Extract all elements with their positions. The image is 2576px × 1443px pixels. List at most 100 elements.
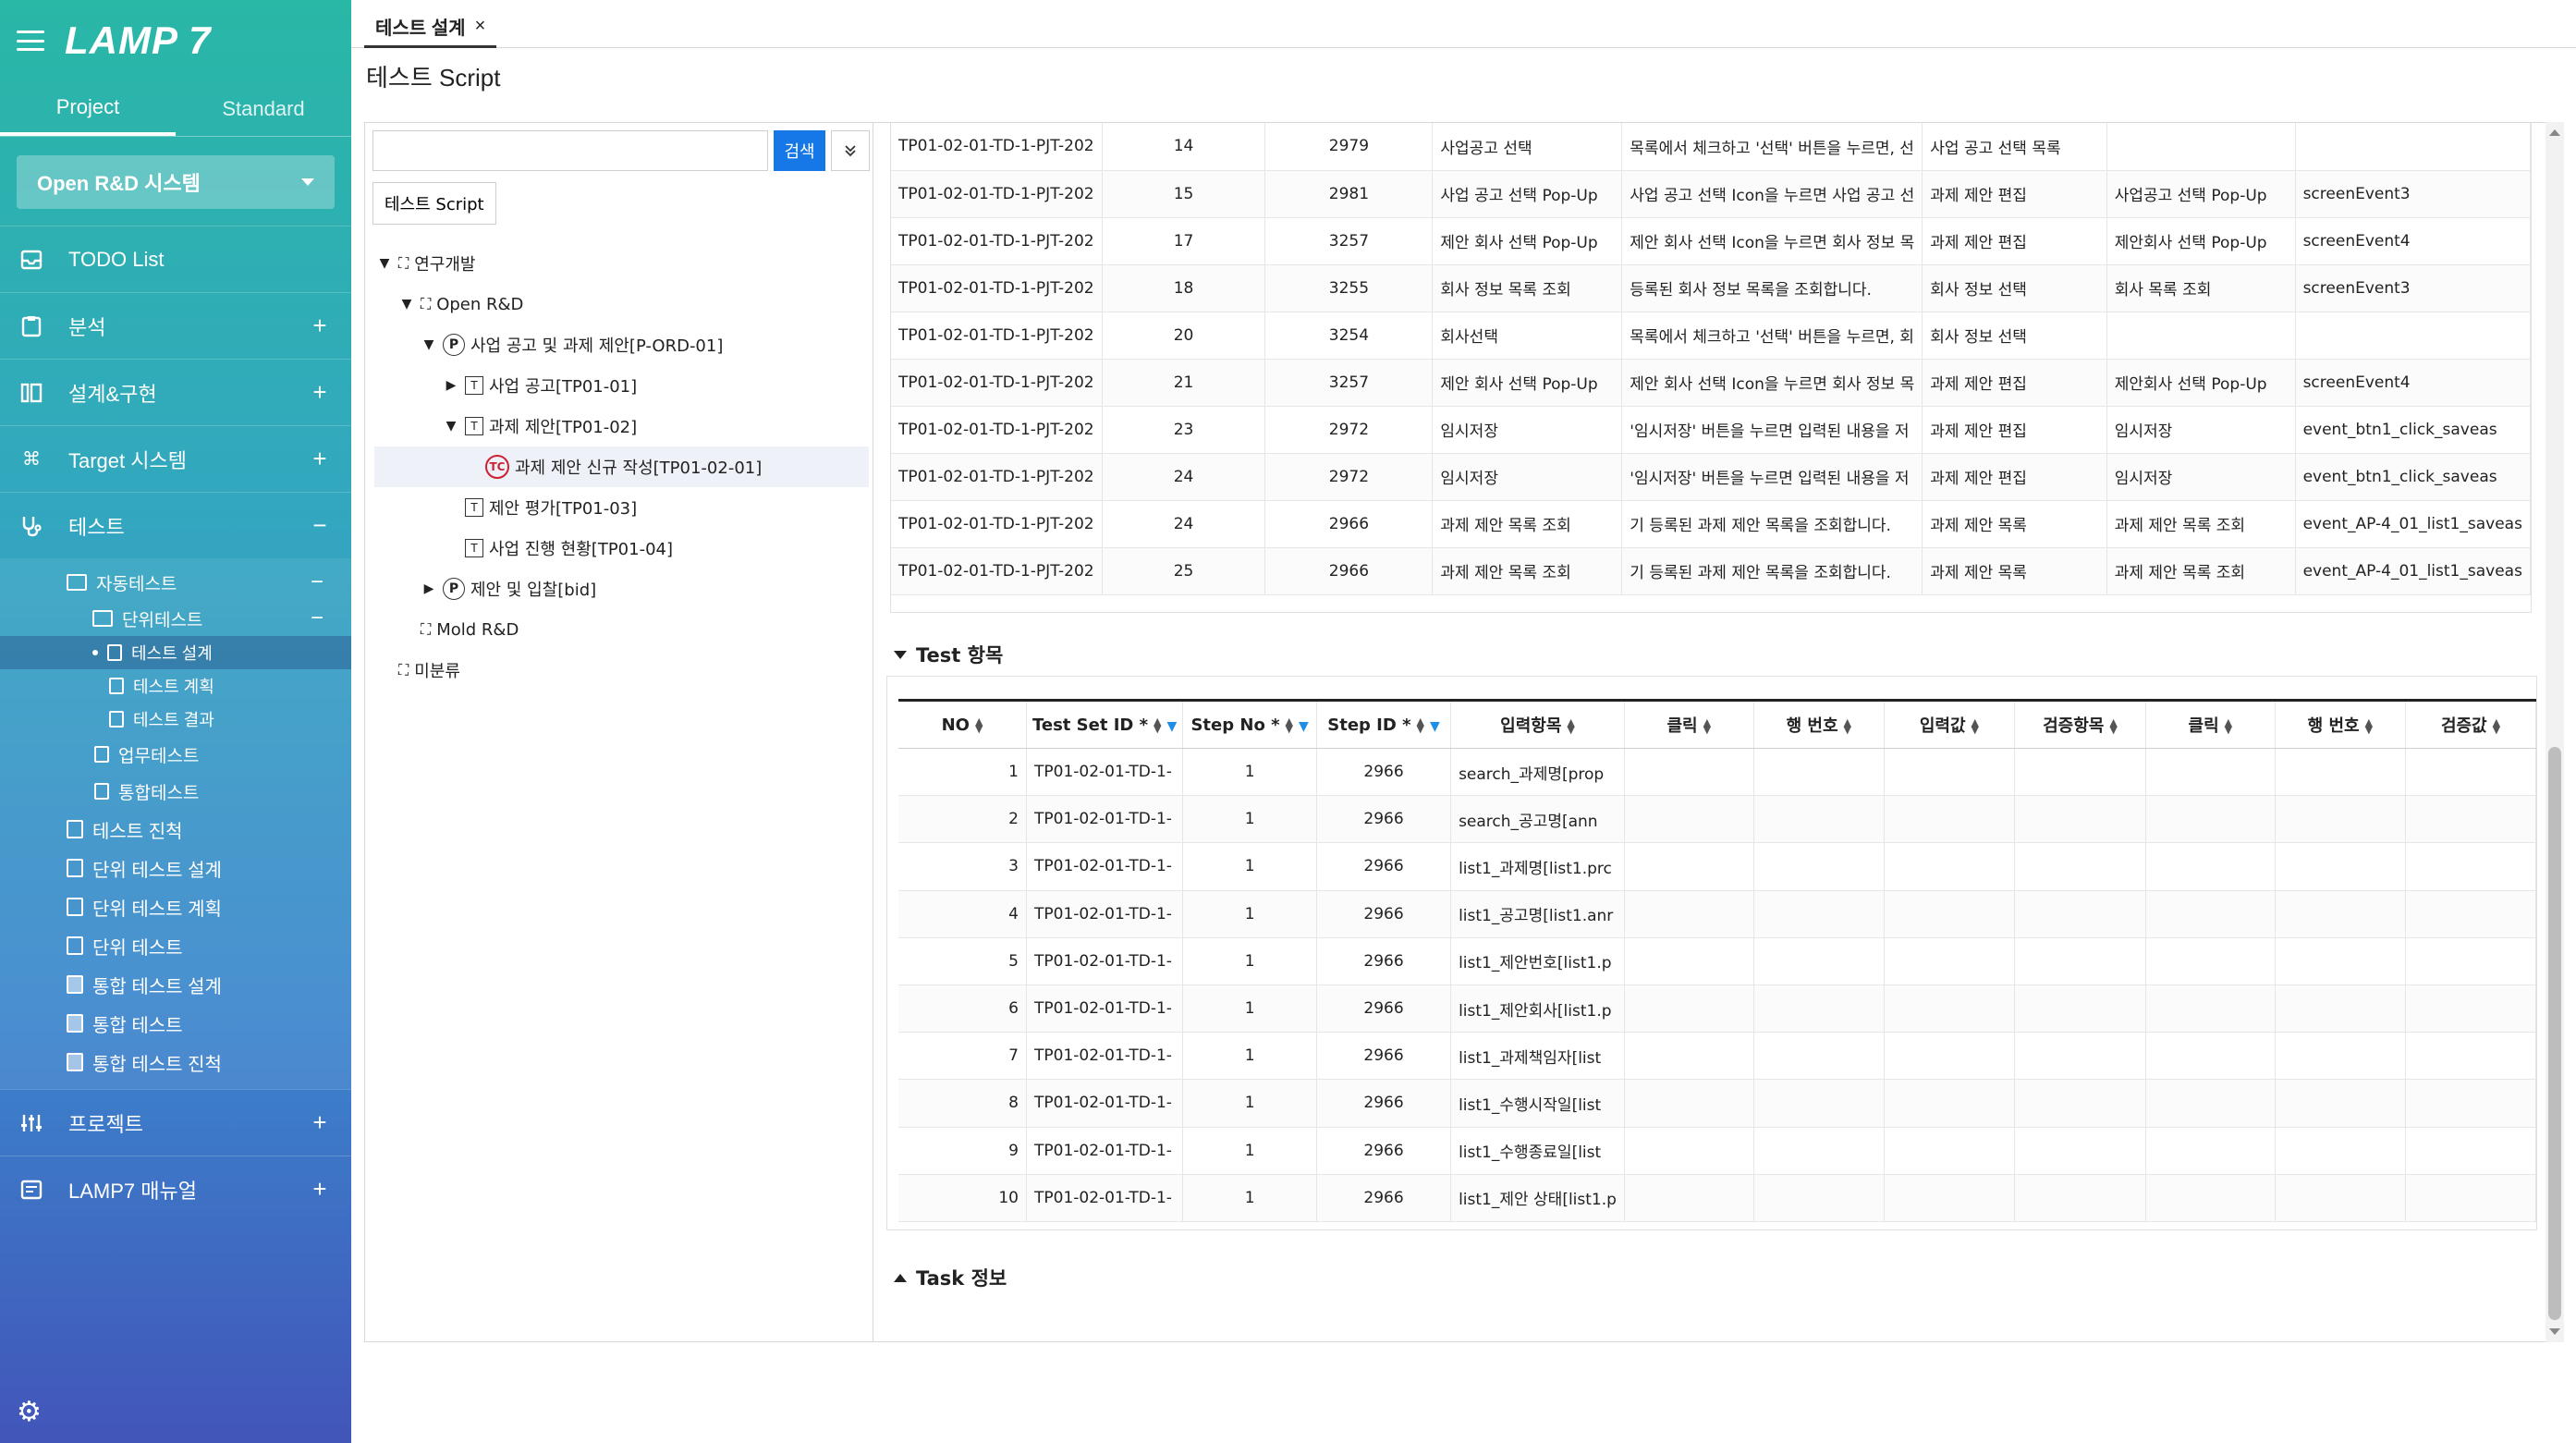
table-cell[interactable] bbox=[2405, 984, 2536, 1033]
tree-node-tp01-03[interactable]: T 제안 평가[TP01-03] bbox=[374, 487, 869, 528]
table-cell[interactable] bbox=[2014, 1127, 2147, 1175]
sort-icon[interactable]: ▲ ▼ bbox=[1567, 717, 1574, 735]
table-row[interactable]: 8 TP01-02-01-TD-1- 1 2966 list1_수행시작일[list bbox=[898, 1079, 2536, 1128]
tree-node-p-ord-01[interactable]: ▼ P 사업 공고 및 과제 제안[P-ORD-01] bbox=[374, 324, 869, 365]
menu-item-test[interactable]: 테스트 − bbox=[0, 492, 351, 558]
table-row[interactable]: TP01-02-01-TD-1-PJT-202 14 2979 사업공고 선택 목록에서… bbox=[891, 123, 2531, 171]
table-cell[interactable] bbox=[1884, 984, 2015, 1033]
column-header[interactable]: 검증값 ▲ ▼ bbox=[2405, 699, 2536, 749]
plus-icon[interactable]: + bbox=[309, 378, 331, 407]
table-cell[interactable] bbox=[1753, 890, 1885, 938]
table-cell[interactable] bbox=[1624, 795, 1754, 844]
sidebar-item-unit-test-design[interactable]: 단위 테스트 설계 bbox=[0, 849, 351, 887]
sidebar-item-business-test[interactable]: 업무테스트 bbox=[0, 736, 351, 773]
table-cell[interactable] bbox=[2014, 1079, 2147, 1128]
scroll-down-icon[interactable] bbox=[2549, 1328, 2560, 1335]
caret-down-icon[interactable]: ▼ bbox=[397, 297, 417, 312]
table-cell[interactable] bbox=[2014, 1032, 2147, 1081]
table-row[interactable]: TP01-02-01-TD-1-PJT-202 24 2972 임시저장 '임시저장' … bbox=[891, 453, 2531, 501]
table-cell[interactable] bbox=[1624, 890, 1754, 938]
plus-icon[interactable]: + bbox=[309, 312, 331, 340]
sort-icon[interactable]: ▲ ▼ bbox=[975, 716, 983, 734]
tree-node-bid[interactable]: ▶ P 제안 및 입찰[bid] bbox=[374, 569, 869, 609]
table-cell[interactable] bbox=[2145, 890, 2276, 938]
column-header[interactable]: NO ▲ ▼ bbox=[898, 699, 1027, 749]
column-header[interactable]: 클릭 ▲ ▼ bbox=[2145, 699, 2276, 749]
table-cell[interactable] bbox=[1753, 1127, 1885, 1175]
table-cell[interactable] bbox=[2275, 748, 2407, 797]
table-row[interactable]: 6 TP01-02-01-TD-1- 1 2966 list1_제안회사[list1.p bbox=[898, 984, 2536, 1033]
sort-icon[interactable]: ▲ ▼ bbox=[1703, 717, 1711, 735]
table-cell[interactable] bbox=[2275, 1032, 2407, 1081]
table-cell[interactable] bbox=[1884, 795, 2015, 844]
table-cell[interactable] bbox=[1753, 842, 1885, 891]
tree-node-root[interactable]: ▼ ⛶ 연구개발 bbox=[374, 243, 869, 284]
search-button[interactable]: 검색 bbox=[774, 130, 825, 171]
table-row[interactable]: 10 TP01-02-01-TD-1- 1 2966 list1_제안 상태[list1… bbox=[898, 1174, 2536, 1222]
sidebar-item-integration-test[interactable]: 통합테스트 bbox=[0, 773, 351, 810]
table-cell[interactable] bbox=[2014, 890, 2147, 938]
task-info-header[interactable]: Task 정보 bbox=[894, 1264, 1007, 1291]
column-header[interactable]: 행 번호 ▲ ▼ bbox=[2275, 699, 2407, 749]
table-cell[interactable] bbox=[2145, 1127, 2276, 1175]
tab-standard[interactable]: Standard bbox=[176, 81, 351, 136]
table-cell[interactable] bbox=[1753, 748, 1885, 797]
tree-node-uncategorized[interactable]: ⛶ 미분류 bbox=[374, 650, 869, 691]
table-row[interactable]: 2 TP01-02-01-TD-1- 1 2966 search_공고명[ann bbox=[898, 795, 2536, 844]
table-cell[interactable] bbox=[2405, 842, 2536, 891]
caret-right-icon[interactable]: ▶ bbox=[419, 581, 439, 596]
table-cell[interactable] bbox=[1624, 1174, 1754, 1222]
table-cell[interactable]: search_과제명[prop bbox=[1450, 748, 1625, 797]
table-cell[interactable] bbox=[2405, 1032, 2536, 1081]
test-script-button[interactable]: 테스트 Script bbox=[372, 182, 496, 225]
table-row[interactable]: 7 TP01-02-01-TD-1- 1 2966 list1_과제책임자[list bbox=[898, 1032, 2536, 1081]
sort-icon[interactable]: ▲ ▼ bbox=[1286, 716, 1293, 734]
hamburger-icon[interactable] bbox=[17, 31, 44, 51]
table-row[interactable]: TP01-02-01-TD-1-PJT-202 15 2981 사업 공고 선택 Po… bbox=[891, 170, 2531, 218]
menu-item-manual[interactable]: LAMP7 매뉴얼 + bbox=[0, 1156, 351, 1222]
table-cell[interactable] bbox=[2145, 1032, 2276, 1081]
table-row[interactable]: 1 TP01-02-01-TD-1- 1 2966 search_과제명[prop bbox=[898, 748, 2536, 797]
table-cell[interactable]: list1_과제명[list1.prc bbox=[1450, 842, 1625, 891]
sort-icon[interactable]: ▲ ▼ bbox=[2225, 717, 2232, 735]
caret-down-icon[interactable]: ▼ bbox=[374, 256, 395, 271]
plus-icon[interactable]: + bbox=[309, 1175, 331, 1204]
filter-icon[interactable]: ▼ bbox=[1430, 719, 1440, 734]
table-cell[interactable] bbox=[2405, 795, 2536, 844]
table-cell[interactable] bbox=[1753, 1032, 1885, 1081]
table-cell[interactable] bbox=[2405, 937, 2536, 985]
double-chevron-down-icon[interactable] bbox=[831, 130, 870, 171]
tree-search-input[interactable] bbox=[372, 130, 768, 171]
table-cell[interactable] bbox=[2145, 984, 2276, 1033]
table-cell[interactable] bbox=[2014, 748, 2147, 797]
table-row[interactable]: TP01-02-01-TD-1-PJT-202 18 3255 회사 정보 목록 조회… bbox=[891, 264, 2531, 312]
table-row[interactable]: 5 TP01-02-01-TD-1- 1 2966 list1_제안번호[list1.p bbox=[898, 937, 2536, 985]
table-cell[interactable] bbox=[2275, 1174, 2407, 1222]
menu-item-design[interactable]: 설계&구현 + bbox=[0, 359, 351, 425]
table-cell[interactable]: list1_수행종료일[list bbox=[1450, 1127, 1625, 1175]
tree-node-mold[interactable]: ⛶ Mold R&D bbox=[374, 609, 869, 650]
table-cell[interactable] bbox=[2275, 937, 2407, 985]
scroll-thumb[interactable] bbox=[2548, 747, 2561, 1320]
tree-node-tp01-02-01[interactable]: TC 과제 제안 신규 작성[TP01-02-01] bbox=[374, 446, 869, 487]
table-cell[interactable] bbox=[1884, 748, 2015, 797]
plus-icon[interactable]: + bbox=[309, 445, 331, 473]
filter-icon[interactable]: ▼ bbox=[1167, 719, 1178, 734]
caret-down-icon[interactable]: ▼ bbox=[419, 337, 439, 352]
table-cell[interactable] bbox=[1624, 984, 1754, 1033]
table-cell[interactable] bbox=[2145, 1079, 2276, 1128]
table-cell[interactable]: search_공고명[ann bbox=[1450, 795, 1625, 844]
minus-icon[interactable]: − bbox=[309, 511, 331, 540]
table-cell[interactable] bbox=[2275, 984, 2407, 1033]
vertical-scrollbar[interactable] bbox=[2545, 122, 2564, 1342]
sort-icon[interactable]: ▲ ▼ bbox=[1417, 716, 1424, 734]
table-cell[interactable]: list1_수행시작일[list bbox=[1450, 1079, 1625, 1128]
table-cell[interactable] bbox=[1624, 748, 1754, 797]
sidebar-item-int-test-run[interactable]: 통합 테스트 bbox=[0, 1004, 351, 1043]
table-row[interactable]: TP01-02-01-TD-1-PJT-202 25 2966 과제 제안 목록 조회… bbox=[891, 547, 2531, 595]
column-header[interactable]: 행 번호 ▲ ▼ bbox=[1753, 699, 1885, 749]
table-row[interactable]: TP01-02-01-TD-1-PJT-202 23 2972 임시저장 '임시저장' … bbox=[891, 406, 2531, 454]
table-cell[interactable] bbox=[2014, 1174, 2147, 1222]
menu-item-project[interactable]: 프로젝트 + bbox=[0, 1089, 351, 1156]
tree-node-tp01-04[interactable]: T 사업 진행 현황[TP01-04] bbox=[374, 528, 869, 569]
